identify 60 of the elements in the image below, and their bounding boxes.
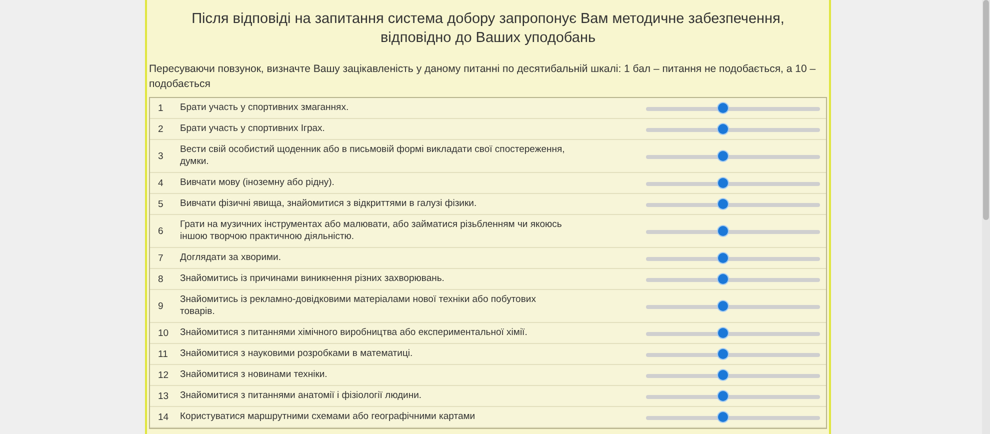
question-text: Знайомитися з питаннями хімічного виробництва або експериментальної хімії. — [180, 326, 528, 340]
question-number: 8 — [157, 274, 164, 284]
slider[interactable] — [646, 348, 820, 360]
question-number: 10 — [157, 328, 170, 338]
question-number: 11 — [157, 348, 169, 360]
slider-thumb[interactable] — [718, 390, 728, 400]
slider[interactable] — [646, 328, 820, 338]
slider[interactable] — [646, 300, 820, 312]
slider[interactable] — [646, 150, 820, 162]
slider[interactable] — [646, 102, 820, 114]
question-text: Грати на музичних інструментах або малювати, або займатися різьбленням чи якоюсь іншою творчою практичною діяльністю. — [180, 218, 563, 244]
question-number: 1 — [157, 102, 164, 114]
slider-thumb[interactable] — [718, 102, 728, 112]
slider-thumb[interactable] — [718, 328, 728, 338]
question-number: 12 — [157, 370, 170, 380]
instruction-text: Пересуваючи повзунок, визначте Вашу зацікавленість у даному питанні по десятибальній шкалі: 1 бал – питання не подобається, а 10 – подобається — [149, 62, 817, 92]
slider-thumb[interactable] — [718, 150, 728, 160]
slider-thumb[interactable] — [718, 348, 728, 358]
question-number: 2 — [157, 124, 164, 134]
question-text: Брати участь у спортивних змаганнях. — [180, 101, 350, 115]
question-text: Знайомитись із рекламно-довідковими матеріалами нової техніки або побутових товарів. — [180, 293, 537, 319]
slider[interactable] — [646, 226, 820, 236]
slider[interactable] — [646, 198, 820, 210]
question-text: Знайомитися з питаннями анатомії і фізіології людини. — [180, 389, 423, 403]
question-text: Користуватися маршрутними схемами або географічними картами — [180, 410, 476, 424]
question-number: 6 — [157, 226, 164, 236]
question-text: Вивчати мову (іноземну або рідну). — [180, 176, 336, 190]
question-number: 7 — [157, 252, 164, 264]
question-number: 4 — [157, 178, 164, 188]
question-number: 9 — [157, 300, 164, 312]
question-text: Вести свій особистий щоденник або в письмовій формі викладати свої спостереження, думки. — [180, 143, 566, 169]
slider[interactable] — [646, 370, 820, 380]
slider-thumb[interactable] — [718, 274, 728, 284]
slider-thumb[interactable] — [718, 198, 728, 208]
question-text: Доглядати за хворими. — [180, 251, 282, 265]
scrollbar[interactable] — [982, 0, 990, 434]
question-text: Знайомитись із причинами виникнення різних захворювань. — [180, 272, 446, 286]
question-text: Знайомитися з науковими розробками в математиці. — [180, 347, 414, 361]
slider[interactable] — [646, 124, 820, 134]
slider-thumb[interactable] — [718, 252, 728, 262]
page-heading: Після відповіді на запитання система добору запропонує Вам методичне забезпечення, відповідно до Ваших уподобань — [190, 10, 786, 48]
question-text: Знайомитися з новинами техніки. — [180, 368, 328, 382]
scrollbar-thumb[interactable] — [983, 0, 989, 220]
question-text: Брати участь у спортивних Іграх. — [180, 122, 326, 136]
slider[interactable] — [646, 178, 820, 188]
slider[interactable] — [646, 274, 820, 284]
question-number: 3 — [157, 150, 164, 162]
slider-thumb[interactable] — [718, 370, 728, 380]
slider-thumb[interactable] — [718, 178, 728, 188]
slider-thumb[interactable] — [718, 226, 728, 236]
question-number: 14 — [157, 412, 170, 422]
question-text: Вивчати фізичні явища, знайомитися з відкриттями в галузі фізики. — [180, 197, 478, 211]
slider[interactable] — [646, 390, 820, 402]
slider-thumb[interactable] — [718, 412, 728, 422]
slider[interactable] — [646, 252, 820, 264]
question-number: 5 — [157, 198, 164, 210]
slider-thumb[interactable] — [718, 124, 728, 134]
slider-thumb[interactable] — [718, 300, 728, 310]
question-number: 13 — [157, 390, 170, 402]
slider[interactable] — [646, 412, 820, 422]
